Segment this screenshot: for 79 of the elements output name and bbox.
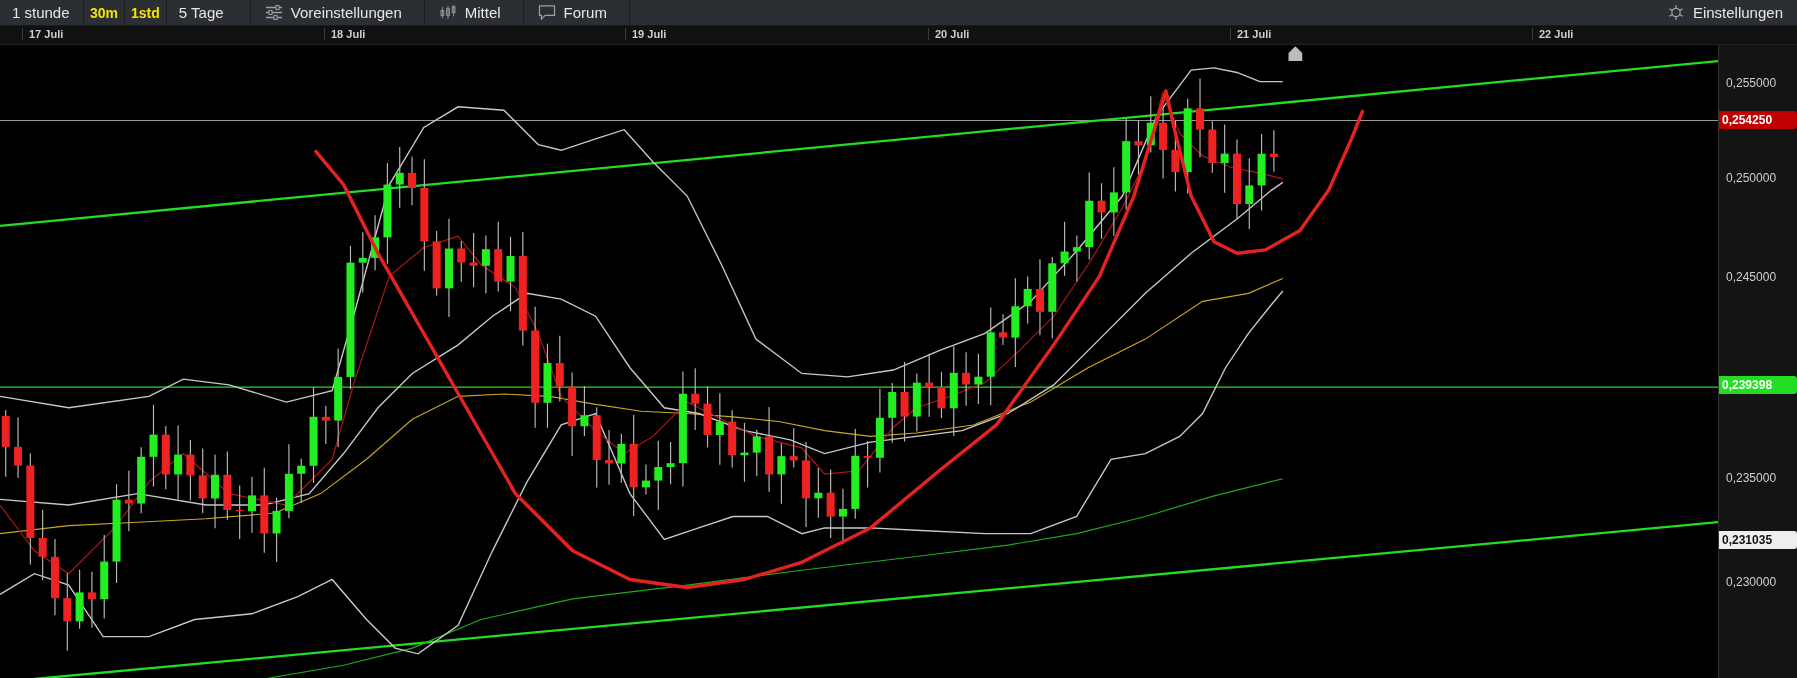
date-label: 18 Juli xyxy=(324,28,366,40)
candlestick xyxy=(962,351,971,407)
candlestick xyxy=(272,497,281,563)
sliders-icon xyxy=(264,5,283,20)
candlestick xyxy=(555,335,564,402)
candlestick xyxy=(1097,182,1106,240)
settings-icon xyxy=(1666,5,1685,20)
candlestick xyxy=(1208,120,1217,174)
candlestick xyxy=(1269,129,1278,173)
candlestick xyxy=(789,427,798,469)
candlestick xyxy=(137,446,146,514)
price-tick-label: 0,245000 xyxy=(1726,270,1777,284)
candlestick xyxy=(124,470,133,532)
candlestick xyxy=(814,467,823,519)
date-label: 22 Juli xyxy=(1532,28,1574,40)
price-badge: 0,254250 xyxy=(1719,111,1797,129)
candlestick xyxy=(235,485,244,540)
candlestick xyxy=(161,425,170,490)
price-tick-label: 0,255000 xyxy=(1726,76,1777,90)
candlestick xyxy=(408,155,417,206)
candlestick xyxy=(395,146,404,209)
candlestick xyxy=(297,458,306,504)
candlestick xyxy=(358,231,367,294)
candlestick xyxy=(654,440,663,511)
candlestick xyxy=(1072,234,1081,282)
candlestick xyxy=(605,429,614,486)
candlestick xyxy=(728,409,737,469)
candlestick xyxy=(641,463,650,496)
speech-bubble-icon xyxy=(537,5,556,20)
price-tick-label: 0,235000 xyxy=(1726,471,1777,485)
candlestick xyxy=(198,447,207,514)
candlestick xyxy=(1171,120,1180,192)
candlestick xyxy=(691,367,700,431)
candlestick xyxy=(1023,276,1032,324)
candlestick xyxy=(87,571,96,629)
candlestick xyxy=(863,440,872,489)
candlestick xyxy=(223,450,232,521)
candlestick xyxy=(481,235,490,294)
date-label: 17 Juli xyxy=(22,28,64,40)
candlestick xyxy=(469,232,478,288)
candlestick xyxy=(1134,119,1143,176)
candlestick xyxy=(321,405,330,445)
candlestick xyxy=(75,569,84,630)
candlestick xyxy=(888,382,897,444)
candlestick xyxy=(457,240,466,283)
candlestick xyxy=(974,353,983,405)
candlestick xyxy=(838,488,847,545)
candlestick xyxy=(1146,95,1155,154)
price-badge: 0,231035 xyxy=(1719,531,1797,549)
candlestick xyxy=(494,221,503,293)
candlestick xyxy=(1109,166,1118,237)
candlestick xyxy=(1060,221,1069,277)
candlestick xyxy=(14,416,23,479)
candlestick xyxy=(826,469,835,539)
candlestick-icon xyxy=(438,5,457,20)
candlestick xyxy=(777,442,786,505)
candlestick xyxy=(1,409,10,478)
price-badge: 0,239398 xyxy=(1719,376,1797,394)
candlestick xyxy=(38,509,47,581)
candlestick xyxy=(925,353,934,418)
candlestick xyxy=(740,422,749,483)
candlestick xyxy=(752,429,761,477)
candlestick xyxy=(999,313,1008,346)
date-label: 21 Juli xyxy=(1230,28,1272,40)
date-label: 19 Juli xyxy=(625,28,667,40)
candlestick xyxy=(703,385,712,448)
candlestick xyxy=(186,439,195,501)
candlestick xyxy=(937,371,946,419)
candlestick xyxy=(247,476,256,534)
date-label: 20 Juli xyxy=(928,28,970,40)
candlestick xyxy=(666,441,675,485)
candlestick xyxy=(1220,123,1229,194)
candlestick xyxy=(432,230,441,297)
candlestick xyxy=(617,433,626,484)
candlestick xyxy=(912,372,921,432)
candlestick xyxy=(371,214,380,271)
price-tick-label: 0,250000 xyxy=(1726,171,1777,185)
candlestick xyxy=(580,385,589,437)
price-tick-label: 0,230000 xyxy=(1726,575,1777,589)
